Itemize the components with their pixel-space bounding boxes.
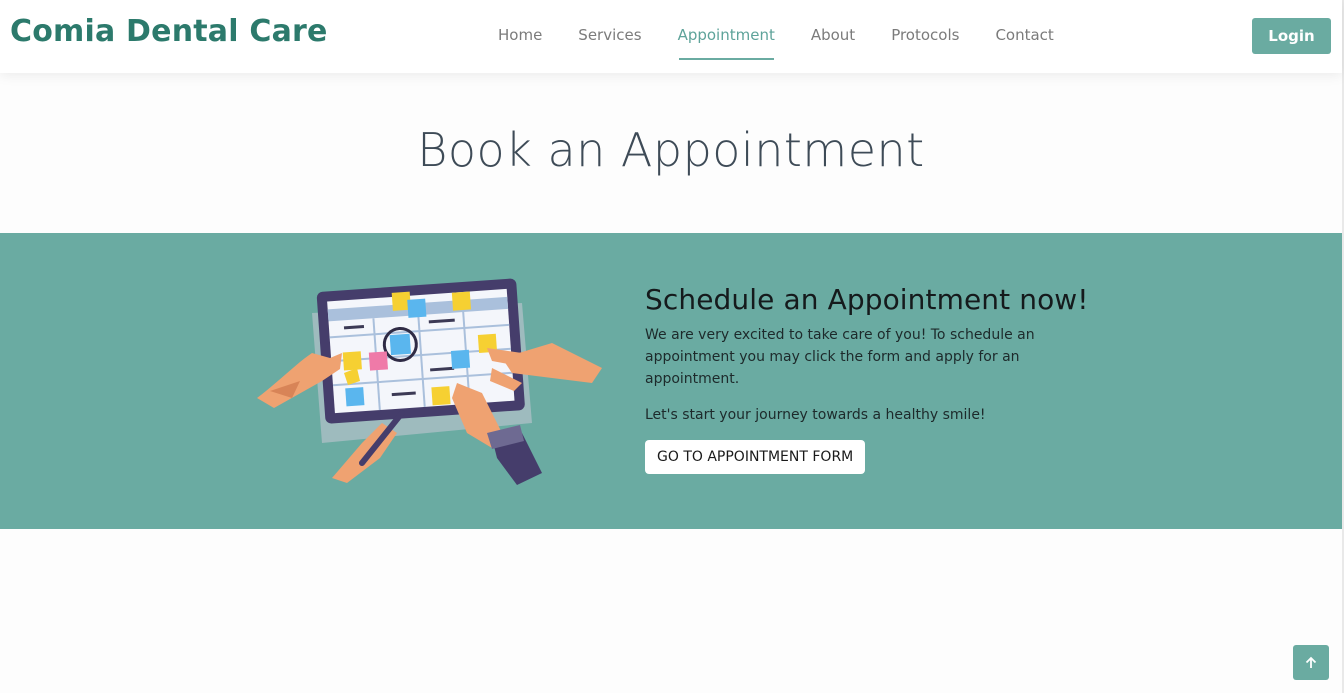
nav-appointment[interactable]: Appointment: [660, 0, 793, 73]
page: Comia Dental Care Home Services Appointm…: [0, 0, 1344, 693]
cta-tagline: Let's start your journey towards a healt…: [645, 407, 986, 423]
appointment-band: Schedule an Appointment now! We are very…: [0, 233, 1342, 529]
cta-heading: Schedule an Appointment now!: [645, 283, 1089, 316]
nav-contact[interactable]: Contact: [977, 0, 1071, 73]
arrow-up-icon: [1305, 656, 1317, 668]
brand-logo[interactable]: Comia Dental Care: [10, 14, 328, 49]
back-to-top-button[interactable]: [1293, 645, 1329, 680]
page-title: Book an Appointment: [417, 123, 925, 177]
login-button[interactable]: Login: [1252, 18, 1331, 54]
main-nav: Home Services Appointment About Protocol…: [480, 0, 1072, 73]
nav-home[interactable]: Home: [480, 0, 560, 73]
nav-protocols[interactable]: Protocols: [873, 0, 977, 73]
nav-services[interactable]: Services: [560, 0, 659, 73]
cta-block: Schedule an Appointment now! We are very…: [645, 283, 1115, 474]
nav-about[interactable]: About: [793, 0, 873, 73]
navbar: Comia Dental Care Home Services Appointm…: [0, 0, 1342, 73]
appointment-form-button[interactable]: GO TO APPOINTMENT FORM: [645, 440, 866, 474]
cta-intro: We are very excited to take care of you!…: [645, 327, 1035, 387]
calendar-planning-illustration: [257, 278, 602, 485]
